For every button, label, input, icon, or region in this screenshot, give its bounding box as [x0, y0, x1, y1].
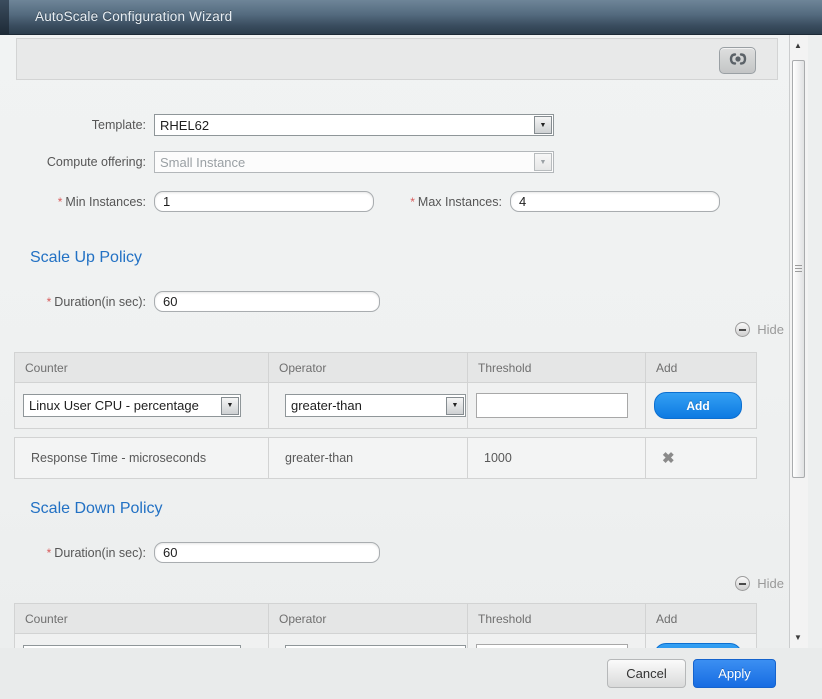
scale-down-hide-toggle[interactable]: Hide: [735, 576, 784, 591]
min-instances-input[interactable]: [154, 191, 374, 212]
instances-row: *Min Instances: *Max Instances:: [0, 191, 720, 212]
dropdown-arrow-icon: ▼: [534, 153, 552, 171]
scale-up-hide-toggle[interactable]: Hide: [735, 322, 784, 337]
scale-down-policy-heading: Scale Down Policy: [30, 500, 163, 518]
scale-up-counter-select[interactable]: Linux User CPU - percentage ▼: [23, 394, 241, 417]
scale-up-add-button[interactable]: Add: [654, 392, 742, 419]
scroll-up-icon[interactable]: ▲: [794, 41, 802, 50]
cancel-button[interactable]: Cancel: [607, 659, 686, 688]
scrollbar-thumb[interactable]: [792, 60, 805, 478]
scale-up-duration-input[interactable]: [154, 291, 380, 312]
bracket-dot-icon: [728, 52, 748, 69]
required-marker: *: [47, 546, 52, 560]
top-panel: [16, 38, 778, 80]
column-header-counter: Counter: [15, 604, 269, 633]
condition-operator-cell: greater-than: [269, 438, 468, 478]
scale-up-condition-row: Response Time - microseconds greater-tha…: [14, 437, 757, 479]
column-header-add: Add: [646, 604, 756, 633]
hide-minus-icon: [735, 322, 750, 337]
autoscale-wizard-dialog: AutoScale Configuration Wizard Template:…: [0, 0, 822, 699]
compute-offering-select-value: Small Instance: [155, 155, 533, 170]
required-marker: *: [47, 295, 52, 309]
table-header-row: Counter Operator Threshold Add: [15, 353, 756, 383]
scale-down-conditions-table: Counter Operator Threshold Add Linux Use…: [14, 603, 757, 648]
dialog-scroll-content: Template: RHEL62 ▼ Compute offering: Sma…: [0, 35, 790, 648]
scroll-down-icon[interactable]: ▼: [794, 633, 802, 642]
hide-label: Hide: [757, 576, 784, 591]
scale-down-duration-input[interactable]: [154, 542, 380, 563]
column-header-threshold: Threshold: [468, 604, 646, 633]
required-marker: *: [58, 195, 63, 209]
apply-button[interactable]: Apply: [693, 659, 776, 688]
condition-threshold-cell: 1000: [468, 438, 646, 478]
scale-up-conditions-table: Counter Operator Threshold Add Linux Use…: [14, 352, 757, 429]
scale-up-duration-row: *Duration(in sec):: [0, 291, 380, 312]
new-condition-row: Linux User CPU - percentage ▼ greater-th…: [15, 383, 756, 428]
scale-up-duration-label: *Duration(in sec):: [0, 295, 146, 309]
scale-down-duration-row: *Duration(in sec):: [0, 542, 380, 563]
compute-offering-select: Small Instance ▼: [154, 151, 554, 173]
scale-down-duration-label: *Duration(in sec):: [0, 546, 146, 560]
dropdown-arrow-icon[interactable]: ▼: [221, 397, 239, 415]
hide-label: Hide: [757, 322, 784, 337]
compute-offering-row: Compute offering: Small Instance ▼: [0, 151, 554, 173]
column-header-operator: Operator: [269, 353, 468, 382]
scale-up-threshold-input[interactable]: [476, 393, 628, 418]
required-marker: *: [410, 195, 415, 209]
scale-up-policy-heading: Scale Up Policy: [30, 249, 142, 267]
dropdown-arrow-icon[interactable]: ▼: [446, 397, 464, 415]
template-select[interactable]: RHEL62 ▼: [154, 114, 554, 136]
toggle-view-button[interactable]: [719, 47, 756, 74]
dialog-footer: Cancel Apply: [0, 648, 822, 699]
delete-row-icon[interactable]: ✖: [662, 449, 675, 467]
max-instances-input[interactable]: [510, 191, 720, 212]
max-instances-label: *Max Instances:: [374, 195, 502, 209]
new-condition-row: Linux User CPU - percentage ▼ greater-th…: [15, 634, 756, 648]
column-header-counter: Counter: [15, 353, 269, 382]
compute-offering-label: Compute offering:: [0, 155, 146, 169]
dropdown-arrow-icon[interactable]: ▼: [534, 116, 552, 134]
column-header-add: Add: [646, 353, 756, 382]
scrollbar-grip: [795, 265, 802, 274]
template-select-value: RHEL62: [155, 118, 533, 133]
scale-up-operator-select[interactable]: greater-than ▼: [285, 394, 466, 417]
template-label: Template:: [0, 118, 146, 132]
table-header-row: Counter Operator Threshold Add: [15, 604, 756, 634]
min-instances-label: *Min Instances:: [0, 195, 146, 209]
column-header-operator: Operator: [269, 604, 468, 633]
vertical-scrollbar[interactable]: ▲ ▼: [789, 35, 808, 648]
dialog-titlebar: AutoScale Configuration Wizard: [0, 0, 822, 35]
condition-counter-cell: Response Time - microseconds: [15, 438, 269, 478]
hide-minus-icon: [735, 576, 750, 591]
column-header-threshold: Threshold: [468, 353, 646, 382]
template-row: Template: RHEL62 ▼: [0, 114, 554, 136]
dialog-title: AutoScale Configuration Wizard: [35, 9, 232, 24]
